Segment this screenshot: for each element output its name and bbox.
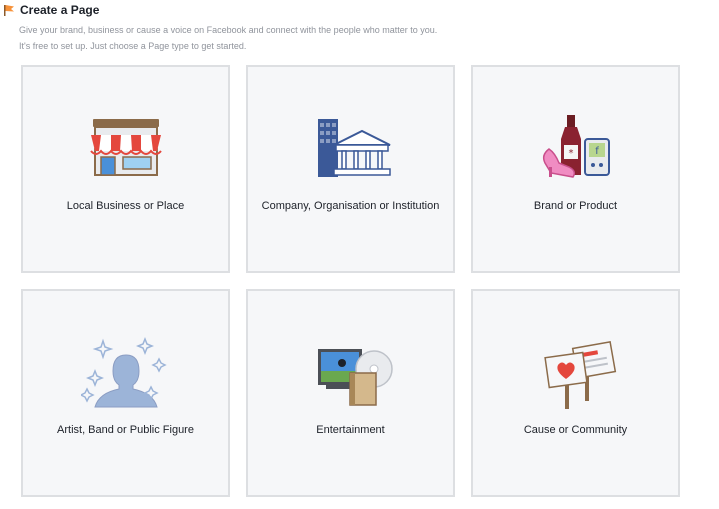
svg-text:f: f bbox=[595, 146, 599, 157]
page-title: Create a Page bbox=[20, 3, 100, 17]
svg-text:*: * bbox=[568, 148, 573, 159]
page-type-grid: Local Business or Place Company, Organis… bbox=[21, 65, 684, 502]
person-silhouette-icon bbox=[80, 336, 167, 408]
create-page-screen: Create a Page Give your brand, business … bbox=[0, 0, 719, 509]
page-type-artist-band[interactable]: Artist, Band or Public Figure bbox=[21, 289, 230, 497]
page-header: Create a Page bbox=[0, 0, 99, 20]
page-type-label: Brand or Product bbox=[533, 200, 618, 212]
page-type-entertainment[interactable]: Entertainment bbox=[246, 289, 455, 497]
page-type-brand-product[interactable]: * f Brand or Product bbox=[471, 65, 680, 273]
page-type-local-business[interactable]: Local Business or Place bbox=[21, 65, 230, 273]
media-icon bbox=[317, 349, 393, 406]
page-type-label: Cause or Community bbox=[523, 424, 628, 436]
page-type-cause-community[interactable]: Cause or Community bbox=[471, 289, 680, 497]
page-type-label: Local Business or Place bbox=[66, 200, 185, 212]
signs-icon bbox=[543, 341, 616, 409]
page-type-label: Artist, Band or Public Figure bbox=[57, 424, 194, 436]
page-description-secondary: It's free to set up. Just choose a Page … bbox=[19, 41, 247, 51]
page-type-label: Company, Organisation or Institution bbox=[261, 200, 440, 212]
building-icon bbox=[317, 119, 391, 177]
page-type-label: Entertainment bbox=[316, 424, 385, 436]
page-description: Give your brand, business or cause a voi… bbox=[19, 25, 438, 35]
storefront-icon bbox=[89, 119, 162, 176]
flag-icon bbox=[4, 5, 14, 16]
products-icon: * f bbox=[542, 115, 610, 178]
page-type-company[interactable]: Company, Organisation or Institution bbox=[246, 65, 455, 273]
